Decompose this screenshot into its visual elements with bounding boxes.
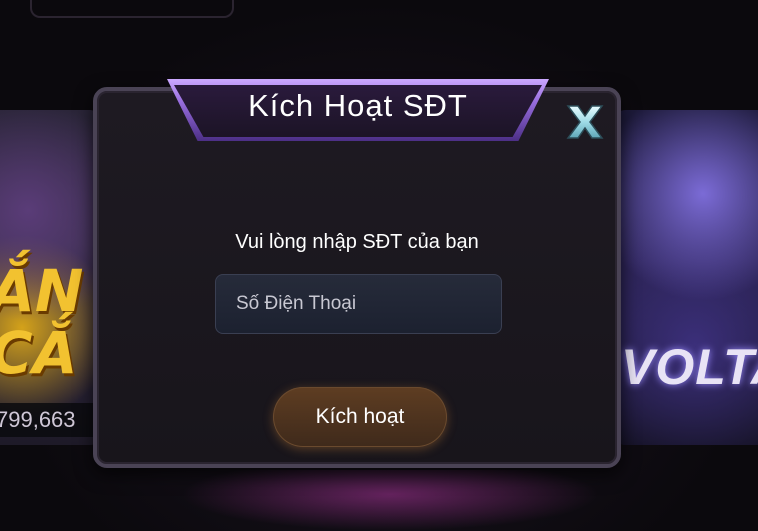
activate-phone-dialog: Kích Hoạt SĐT Vui lòng nhập SĐT của bạn …: [93, 79, 621, 468]
dialog-prompt: Vui lòng nhập SĐT của bạn: [235, 231, 479, 253]
game-tile-left-jackpot: 799,663: [0, 403, 100, 437]
close-icon: [566, 105, 604, 139]
game-tile-right[interactable]: VOLTA: [615, 110, 758, 445]
dialog-title: Kích Hoạt SĐT: [248, 88, 468, 123]
dialog-title-tab: Kích Hoạt SĐT: [167, 79, 549, 141]
activate-button[interactable]: Kích hoạt: [273, 387, 447, 447]
game-lobby-background: ẮN CẮ 799,663 VOLTA Kích Hoạt SĐT: [0, 0, 758, 531]
close-button[interactable]: [565, 102, 605, 142]
game-tile-right-brand: VOLTA: [621, 339, 758, 395]
game-tile-left[interactable]: ẮN CẮ 799,663: [0, 110, 100, 445]
top-frame-decoration: [30, 0, 234, 18]
bottom-glow-decoration: [180, 470, 600, 531]
phone-number-input[interactable]: [215, 274, 502, 334]
game-tile-left-artwork-text: ẮN CẮ: [0, 257, 84, 387]
